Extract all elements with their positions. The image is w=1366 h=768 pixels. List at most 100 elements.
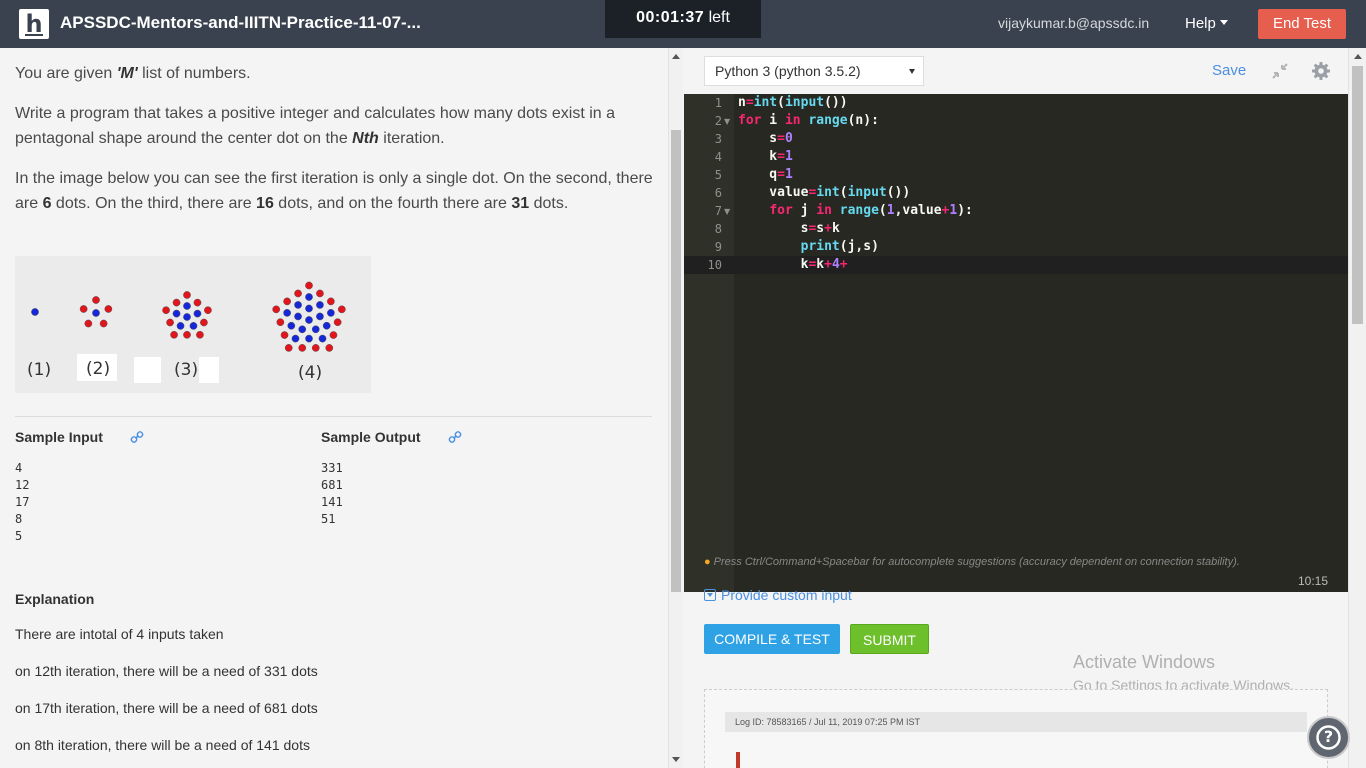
outer-dot (170, 330, 178, 339)
inner-dot (327, 309, 335, 317)
sample-input-line: 12 (15, 478, 30, 492)
explanation-line: There are intotal of 4 inputs taken (15, 626, 224, 642)
link-icon[interactable] (130, 430, 144, 444)
code-line[interactable]: n=int(input()) (738, 94, 973, 112)
line-number: 6 (714, 186, 722, 200)
code-line[interactable]: for i in range(n): (738, 112, 973, 130)
submit-button[interactable]: SUBMIT (850, 624, 929, 654)
help-label: Help (1185, 15, 1216, 32)
log-status-marker (736, 752, 740, 768)
code-line[interactable]: s=0 (738, 130, 973, 148)
outer-dot (298, 344, 307, 352)
center-dot (31, 308, 39, 316)
outer-dot (193, 298, 202, 307)
outer-dot (166, 318, 174, 327)
fold-arrow-icon[interactable]: ▼ (724, 117, 730, 126)
outer-dot (280, 331, 289, 339)
custom-input-toggle[interactable]: Provide custom input (704, 587, 852, 603)
outer-dot (200, 318, 208, 327)
code-content[interactable]: n=int(input()) for i in range(n): s=0 k=1… (738, 94, 973, 274)
scroll-up-arrow-icon[interactable] (1354, 54, 1362, 59)
center-dot (183, 313, 191, 321)
fold-arrow-icon[interactable]: ▼ (724, 207, 730, 216)
scroll-down-arrow-icon[interactable] (672, 757, 680, 762)
inner-dot (316, 301, 324, 309)
scrollbar-thumb[interactable] (1352, 66, 1363, 324)
dropdown-arrow-icon (909, 69, 915, 74)
outer-dot (305, 281, 313, 290)
compile-test-button[interactable]: COMPILE & TEST (704, 624, 840, 654)
user-email[interactable]: vijaykumar.b@apssdc.in (998, 15, 1149, 31)
end-test-button[interactable]: End Test (1258, 9, 1346, 39)
figure-label-4: (4) (298, 363, 323, 383)
language-selected-value: Python 3 (python 3.5.2) (715, 63, 861, 79)
inner-dot (287, 321, 296, 330)
hackerrank-logo[interactable]: h (19, 9, 49, 39)
inner-dot (294, 312, 302, 321)
save-button[interactable]: Save (1212, 62, 1246, 79)
problem-statement: Write a program that takes a positive in… (15, 105, 616, 147)
sample-output-block: 331 681 141 51 (321, 460, 343, 528)
code-line[interactable]: k=1 (738, 148, 973, 166)
countdown-timer: 00:01:37 left (605, 0, 761, 38)
custom-input-label: Provide custom input (721, 587, 852, 603)
line-number: 4 (714, 150, 722, 164)
figure-label-3: (3) (174, 360, 199, 380)
sample-input-line: 4 (15, 461, 23, 475)
outer-dot (316, 289, 324, 298)
sample-input-line: 8 (15, 512, 23, 526)
help-chat-button[interactable]: ? (1307, 716, 1350, 759)
code-line[interactable]: print(j,s) (738, 238, 973, 256)
line-number: 2 (714, 114, 722, 128)
sample-output-line: 141 (321, 495, 343, 509)
link-icon[interactable] (448, 430, 462, 444)
code-line[interactable]: value=int(input()) (738, 184, 973, 202)
test-title: APSSDC-Mentors-and-IIITN-Practice-11-07-… (60, 13, 421, 32)
problem-intro: You are given 'M' list of numbers. (15, 65, 251, 82)
code-line[interactable]: s=s+k (738, 220, 973, 238)
line-number: 7 (714, 204, 722, 218)
inner-dot (305, 334, 313, 343)
cursor-position: 10:15 (1297, 574, 1328, 588)
output-log: Log ID: 78583165 / Jul 11, 2019 07:25 PM… (704, 689, 1328, 768)
sample-input-block: 4 12 17 8 5 (15, 460, 29, 545)
code-editor[interactable]: 1 2 3 4 5 6 7 8 9 10 ▼ ▼ n=int(input()) f… (684, 94, 1348, 592)
outer-dot (311, 344, 320, 352)
figure-label-1: (1) (27, 360, 52, 380)
collapse-icon[interactable] (1270, 61, 1290, 81)
problem-scrollbar[interactable] (668, 48, 683, 768)
timer-value: 00:01:37 (636, 9, 705, 26)
code-line[interactable]: k=k+4+ (738, 256, 973, 274)
sample-output-line: 681 (321, 478, 343, 492)
help-menu[interactable]: Help (1185, 15, 1228, 32)
top-bar: h APSSDC-Mentors-and-IIITN-Practice-11-0… (0, 0, 1366, 48)
code-line[interactable]: for j in range(1,value+1): (738, 202, 973, 220)
scroll-up-arrow-icon[interactable] (672, 54, 680, 59)
line-number: 3 (714, 132, 722, 146)
outer-dot (84, 319, 93, 328)
outer-dot (294, 289, 302, 298)
editor-panel: Python 3 (python 3.5.2) Save 1 2 3 4 5 6… (684, 48, 1348, 768)
outer-dot (162, 306, 170, 315)
gear-icon[interactable] (1311, 61, 1331, 81)
outer-dot (183, 291, 191, 299)
inner-dot (305, 293, 313, 301)
inner-dot (172, 309, 181, 318)
line-number: 1 (714, 96, 722, 110)
inner-dot (294, 301, 302, 309)
inner-dot (322, 321, 331, 330)
outer-dot (327, 297, 335, 306)
editor-scrollbar[interactable] (1348, 48, 1366, 768)
checkbox-icon[interactable] (704, 589, 716, 601)
language-select[interactable]: Python 3 (python 3.5.2) (704, 56, 924, 86)
center-dot (305, 316, 313, 324)
help-symbol: ? (1323, 727, 1334, 746)
autocomplete-hint: ● Press Ctrl/Command+Spacebar for autocom… (704, 556, 1240, 568)
outer-dot (329, 331, 338, 339)
outer-dot (272, 305, 281, 314)
inner-dot (316, 312, 324, 321)
sample-input-heading: Sample Input (15, 429, 103, 445)
code-line[interactable]: q=1 (738, 166, 973, 184)
scrollbar-thumb[interactable] (671, 130, 681, 592)
line-number: 5 (714, 168, 722, 182)
